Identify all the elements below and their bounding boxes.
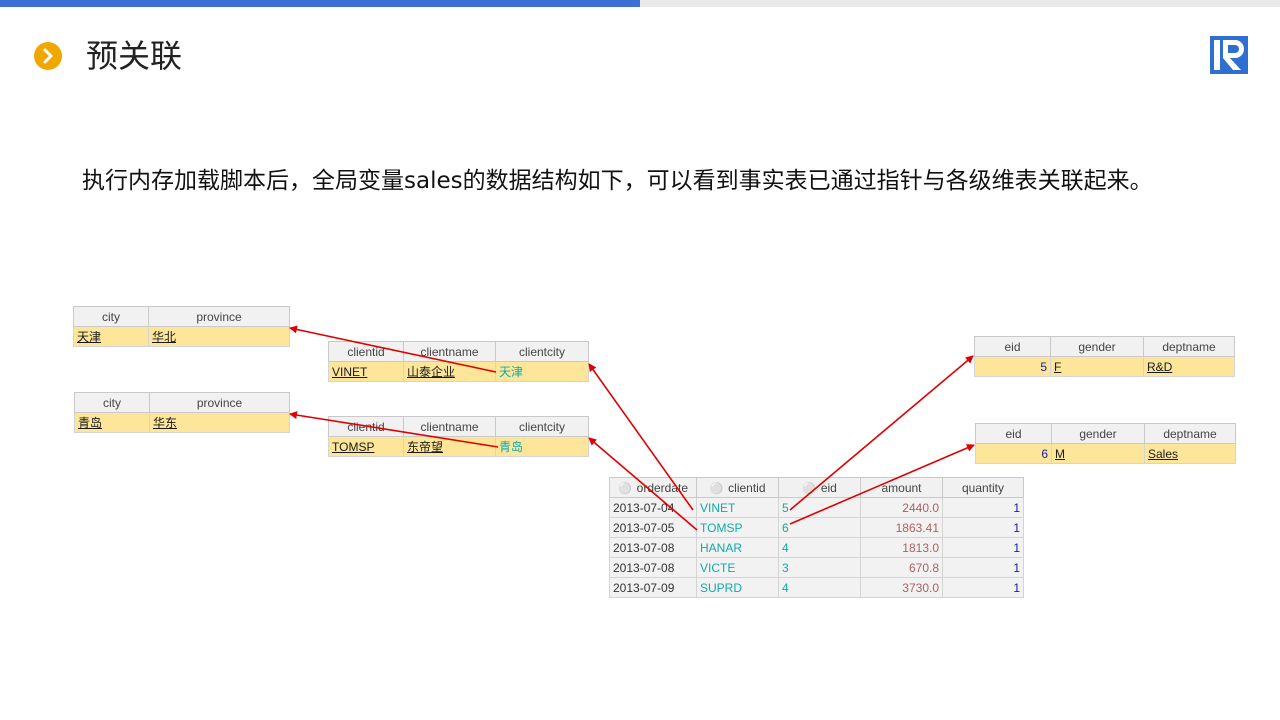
pointer-arrow (588, 437, 698, 531)
pointer-arrow (588, 363, 694, 511)
pointer-arrow (289, 411, 499, 448)
pointer-arrow (289, 325, 497, 373)
pointer-arrows (289, 325, 975, 531)
pointer-arrow (789, 355, 974, 511)
pointer-arrow (789, 444, 975, 525)
